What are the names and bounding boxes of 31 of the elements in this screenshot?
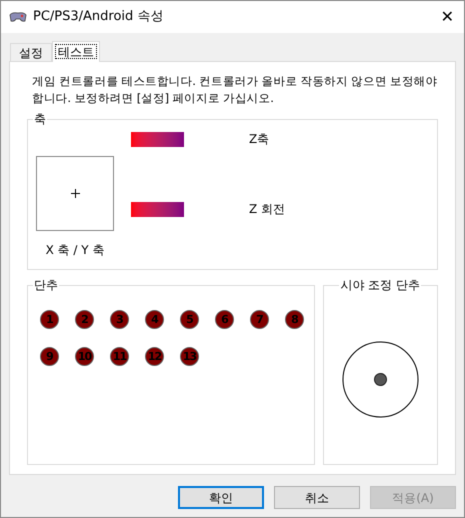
dialog-button[interactable]: 확인 — [178, 486, 264, 509]
axis-meter — [131, 202, 184, 216]
button-indicator: 6 — [215, 310, 234, 329]
description-text: 게임 컨트롤러를 테스트합니다. 컨트롤러가 올바로 작동하지 않으면 보정해야 합니다. 보정하려면 [설정] 페이지로 가십시오. — [31, 73, 438, 107]
axis-label: Z축 — [249, 131, 270, 148]
button-indicator: 2 — [75, 310, 94, 329]
gamepad-icon — [9, 11, 27, 23]
button-indicator: 7 — [250, 310, 269, 329]
axis-label: X 축 / Y 축 — [46, 242, 104, 259]
button-indicator: 12 — [145, 347, 164, 366]
button-indicator: 8 — [285, 310, 304, 329]
dialog-button[interactable]: 취소 — [274, 486, 360, 509]
group-label: 시야 조정 단추 — [339, 277, 421, 293]
button-indicator: 5 — [180, 310, 199, 329]
group-label: 단추 — [33, 277, 59, 293]
group-label: 축 — [33, 111, 47, 127]
button-indicator: 13 — [180, 347, 199, 366]
window-title: PC/PS3/Android 속성 — [33, 8, 164, 26]
tab[interactable]: 설정 — [10, 43, 52, 61]
pov-dial-icon — [342, 340, 420, 418]
button-indicator: 3 — [110, 310, 129, 329]
button-indicator: 1 — [40, 310, 59, 329]
axis-label: Z 회전 — [249, 201, 286, 218]
crosshair-icon — [70, 189, 80, 198]
axis-meter — [131, 132, 184, 146]
button-indicator: 4 — [145, 310, 164, 329]
close-button[interactable]: ✕ — [440, 9, 454, 25]
button-indicator: 11 — [110, 347, 129, 366]
button-indicator: 10 — [75, 347, 94, 366]
tab[interactable]: 테스트 — [52, 41, 100, 62]
button-indicator: 9 — [40, 347, 59, 366]
